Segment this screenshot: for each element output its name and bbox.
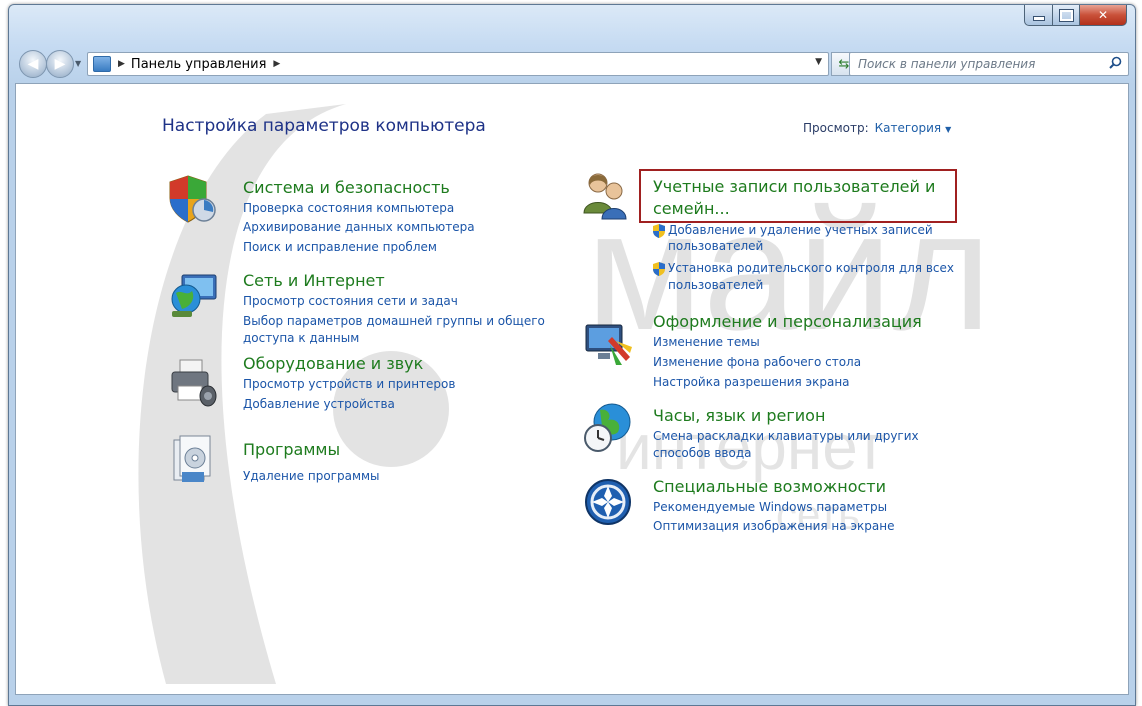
breadcrumb-chevron-icon[interactable]: ▶ [118, 59, 125, 69]
title-bar[interactable]: ✕ [9, 5, 1135, 39]
category-title-network-internet[interactable]: Сеть и Интернет [243, 271, 385, 291]
link-troubleshoot[interactable]: Поиск и исправление проблем [243, 239, 437, 256]
link-backup-computer[interactable]: Архивирование данных компьютера [243, 219, 475, 236]
category-title-ease-of-access[interactable]: Специальные возможности [653, 477, 886, 497]
uac-shield-icon [653, 262, 665, 276]
link-add-remove-accounts-continued[interactable]: пользователей [668, 238, 763, 255]
forward-arrow-icon: ▶ [54, 56, 66, 72]
category-title-appearance[interactable]: Оформление и персонализация [653, 312, 922, 332]
shield-icon[interactable] [166, 172, 218, 224]
network-icon[interactable] [168, 269, 220, 321]
back-button[interactable]: ◀ [19, 50, 47, 78]
forward-button[interactable]: ▶ [46, 50, 74, 78]
category-title-user-accounts-continued[interactable]: семейн... [653, 199, 730, 219]
maximize-icon [1058, 8, 1074, 22]
category-title-hardware-sound[interactable]: Оборудование и звук [243, 354, 423, 374]
globe-clock-icon[interactable] [582, 402, 634, 454]
uac-shield-icon [653, 224, 665, 238]
link-homegroup[interactable]: Выбор параметров домашней группы и общег… [243, 313, 545, 330]
refresh-icon: ⇆ [838, 56, 850, 72]
link-uninstall-program[interactable]: Удаление программы [243, 468, 380, 485]
close-icon: ✕ [1097, 8, 1109, 22]
link-change-keyboards-continued[interactable]: способов ввода [653, 445, 752, 462]
control-panel-window: ✕ ◀ ▶ ▼ ▶ Панель управления ▶ ▼ ⇆ майл и… [8, 4, 1136, 706]
close-button[interactable]: ✕ [1080, 5, 1127, 26]
recent-pages-dropdown[interactable]: ▼ [75, 59, 81, 68]
address-bar[interactable]: ▶ Панель управления ▶ ▼ [87, 52, 829, 76]
link-add-remove-accounts-text: Добавление и удаление учетных записей [668, 223, 933, 237]
link-check-computer-status[interactable]: Проверка состояния компьютера [243, 200, 454, 217]
view-by: Просмотр: Категория ▼ [803, 121, 951, 135]
search-icon[interactable] [1109, 56, 1122, 69]
back-arrow-icon: ◀ [27, 56, 39, 72]
category-title-programs[interactable]: Программы [243, 440, 340, 460]
navigation-bar: ◀ ▶ ▼ ▶ Панель управления ▶ ▼ ⇆ [9, 49, 1135, 79]
minimize-icon [1032, 16, 1045, 21]
link-change-theme[interactable]: Изменение темы [653, 334, 760, 351]
view-by-dropdown[interactable]: Категория [875, 121, 942, 135]
link-recommended-settings[interactable]: Рекомендуемые Windows параметры [653, 499, 887, 516]
programs-icon[interactable] [168, 434, 220, 486]
address-dropdown-icon[interactable]: ▼ [815, 57, 822, 67]
link-devices-printers[interactable]: Просмотр устройств и принтеров [243, 376, 455, 393]
window-controls: ✕ [1024, 5, 1127, 26]
search-input[interactable] [850, 53, 1103, 75]
link-parental-controls-continued[interactable]: пользователей [668, 277, 763, 294]
link-change-keyboards[interactable]: Смена раскладки клавиатуры или других [653, 428, 919, 445]
maximize-button[interactable] [1053, 5, 1080, 26]
category-title-clock-region[interactable]: Часы, язык и регион [653, 406, 825, 426]
view-by-label: Просмотр: [803, 121, 869, 135]
content-area: майл интернет сеть Настройка параметров … [15, 83, 1129, 695]
link-optimize-display[interactable]: Оптимизация изображения на экране [653, 518, 894, 535]
breadcrumb-control-panel[interactable]: Панель управления [131, 57, 267, 72]
link-change-desktop-background[interactable]: Изменение фона рабочего стола [653, 354, 861, 371]
personalization-icon[interactable] [582, 317, 634, 369]
link-add-remove-accounts[interactable]: Добавление и удаление учетных записей [653, 222, 933, 239]
link-parental-controls-text: Установка родительского контроля для все… [668, 261, 954, 275]
accessibility-icon[interactable] [584, 476, 636, 528]
category-title-system-security[interactable]: Система и безопасность [243, 178, 450, 198]
users-icon[interactable] [580, 169, 632, 221]
link-network-status[interactable]: Просмотр состояния сети и задач [243, 293, 458, 310]
page-title: Настройка параметров компьютера [162, 116, 486, 136]
category-title-user-accounts[interactable]: Учетные записи пользователей и [653, 177, 935, 197]
link-adjust-resolution[interactable]: Настройка разрешения экрана [653, 374, 850, 391]
minimize-button[interactable] [1024, 5, 1053, 26]
chevron-down-icon[interactable]: ▼ [945, 125, 951, 134]
link-parental-controls[interactable]: Установка родительского контроля для все… [653, 260, 954, 277]
link-homegroup-continued[interactable]: доступа к данным [243, 330, 359, 347]
printer-icon[interactable] [168, 356, 220, 408]
search-box [849, 52, 1129, 76]
link-add-device[interactable]: Добавление устройства [243, 396, 395, 413]
control-panel-icon [93, 56, 111, 72]
breadcrumb-chevron-icon[interactable]: ▶ [273, 59, 280, 69]
